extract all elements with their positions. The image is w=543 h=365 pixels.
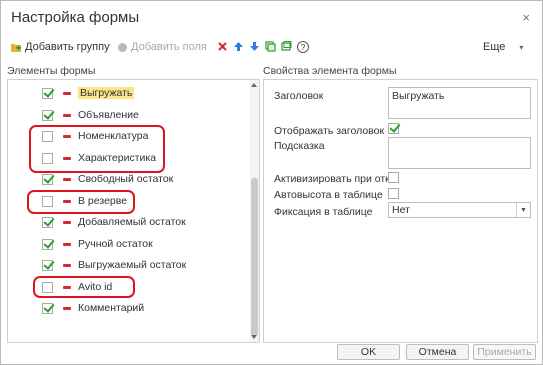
cancel-button[interactable]: Отмена	[406, 344, 469, 360]
field-type-icon	[63, 135, 71, 138]
delete-icon	[218, 42, 227, 51]
help-icon: ?	[297, 41, 309, 53]
add-fields-icon	[118, 42, 127, 52]
help-button[interactable]: ?	[297, 41, 309, 53]
scroll-down-icon[interactable]	[251, 335, 257, 339]
element-row[interactable]: В резерве	[8, 192, 248, 210]
element-row[interactable]: Комментарий	[8, 299, 248, 317]
form-settings-window: Настройка формы × Добавить группу Добави…	[0, 0, 543, 365]
move-up-button[interactable]	[233, 41, 247, 52]
element-visibility-checkbox[interactable]	[42, 88, 53, 99]
apply-button[interactable]: Применить	[473, 344, 536, 360]
element-visibility-checkbox[interactable]	[42, 238, 53, 250]
folder-add-icon	[11, 43, 21, 52]
activate-checkbox[interactable]	[388, 172, 399, 183]
dropdown-arrow-icon[interactable]: ▼	[516, 203, 530, 217]
properties-panel: Заголовок Выгружать Отображать заголовок…	[263, 79, 538, 343]
field-type-icon	[63, 199, 71, 203]
element-row[interactable]: Выгружаемый остаток	[8, 256, 248, 274]
more-button[interactable]: Еще ▾	[483, 41, 523, 53]
element-visibility-checkbox[interactable]	[42, 303, 53, 314]
field-type-icon	[63, 307, 71, 310]
field-type-icon	[63, 92, 71, 95]
element-label: Характеристика	[78, 151, 157, 164]
add-fields-label: Добавить поля	[131, 41, 207, 53]
field-type-icon	[63, 242, 71, 246]
element-label: Avito id	[78, 280, 113, 293]
tree-scrollbar[interactable]	[250, 80, 259, 342]
element-row[interactable]: Avito id	[8, 278, 248, 296]
show-title-checkbox[interactable]	[388, 123, 399, 134]
more-label: Еще	[483, 41, 506, 53]
element-visibility-checkbox[interactable]	[42, 152, 53, 164]
element-label: Свободный остаток	[78, 173, 174, 185]
element-row[interactable]: Объявление	[8, 106, 248, 124]
element-visibility-checkbox[interactable]	[42, 131, 53, 142]
element-visibility-checkbox[interactable]	[42, 174, 53, 185]
element-row[interactable]: Номенклатура	[8, 127, 248, 145]
elements-section-title: Элементы формы	[7, 65, 96, 77]
element-row[interactable]: Характеристика	[8, 149, 248, 167]
element-label: Добавляемый остаток	[78, 216, 186, 228]
title-field[interactable]: Выгружать	[388, 87, 531, 119]
fixation-select[interactable]: Нет ▼	[388, 202, 531, 218]
field-type-icon	[63, 221, 71, 224]
element-visibility-checkbox[interactable]	[42, 260, 53, 271]
hint-label: Подсказка	[274, 140, 325, 152]
copy-button[interactable]	[265, 41, 279, 52]
move-down-icon	[250, 42, 259, 51]
fixation-value: Нет	[392, 204, 410, 216]
title-label: Заголовок	[274, 90, 324, 102]
delete-button[interactable]	[217, 41, 231, 52]
element-label: Выгружаемый остаток	[78, 259, 187, 271]
add-group-label: Добавить группу	[25, 41, 110, 53]
element-label: Объявление	[78, 108, 139, 121]
autoheight-label: Автовысота в таблице	[274, 189, 383, 201]
element-visibility-checkbox[interactable]	[42, 281, 53, 293]
element-visibility-checkbox[interactable]	[42, 217, 53, 228]
element-visibility-checkbox[interactable]	[42, 109, 53, 121]
activate-label: Активизировать при откры	[274, 173, 388, 185]
move-up-icon	[234, 42, 243, 51]
scroll-up-icon[interactable]	[251, 83, 257, 87]
window-title: Настройка формы	[11, 9, 140, 26]
toolbar: Добавить группу Добавить поля ? Еще ▾	[1, 39, 542, 57]
chevron-down-icon: ▾	[519, 42, 524, 52]
fixation-label: Фиксация в таблице	[274, 206, 373, 218]
element-row[interactable]: Свободный остаток	[8, 170, 248, 188]
element-row[interactable]: Выгружать	[8, 84, 248, 102]
element-row[interactable]: Добавляемый остаток	[8, 213, 248, 231]
field-type-icon	[63, 264, 71, 267]
close-icon[interactable]: ×	[522, 10, 530, 25]
copy-icon	[265, 41, 276, 52]
field-type-icon	[63, 156, 71, 160]
add-fields-button[interactable]: Добавить поля	[117, 41, 207, 53]
hint-field[interactable]	[388, 137, 531, 169]
ok-button[interactable]: OK	[337, 344, 400, 360]
element-visibility-checkbox[interactable]	[42, 195, 53, 207]
scroll-thumb[interactable]	[251, 178, 258, 336]
autoheight-checkbox[interactable]	[388, 188, 399, 199]
element-label: Ручной остаток	[78, 237, 153, 250]
move-down-button[interactable]	[249, 41, 263, 52]
window-button[interactable]	[281, 41, 295, 52]
element-label: Комментарий	[78, 302, 145, 314]
add-group-button[interactable]: Добавить группу	[11, 41, 110, 53]
properties-section-title: Свойства элемента формы	[263, 65, 397, 77]
field-type-icon	[63, 285, 71, 289]
field-type-icon	[63, 178, 71, 181]
element-label: Выгружать	[78, 87, 135, 99]
window-icon	[281, 41, 292, 51]
field-type-icon	[63, 113, 71, 117]
element-label: Номенклатура	[78, 130, 149, 142]
element-label: В резерве	[78, 194, 128, 207]
show-title-label: Отображать заголовок	[274, 125, 385, 137]
element-row[interactable]: Ручной остаток	[8, 235, 248, 253]
elements-tree[interactable]: Выгружать Объявление Номенклатура Характери…	[7, 79, 260, 343]
